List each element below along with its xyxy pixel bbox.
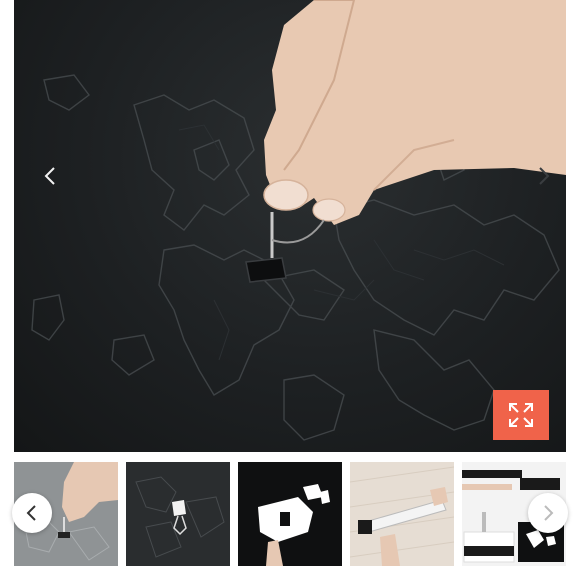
thumbnail-4[interactable]	[350, 462, 454, 566]
thumbnail-2[interactable]	[126, 462, 230, 566]
thumbnail-strip	[14, 462, 566, 566]
thumbnail-image	[350, 462, 454, 566]
product-image-gallery	[0, 0, 580, 580]
chevron-left-icon	[44, 167, 55, 185]
chevron-right-icon	[544, 505, 554, 521]
thumbnail-image	[126, 462, 230, 566]
main-product-image[interactable]	[14, 0, 566, 452]
main-prev-arrow[interactable]	[36, 162, 64, 190]
expand-arrows-icon	[509, 403, 533, 427]
thumbnail-3[interactable]	[238, 462, 342, 566]
expand-fullscreen-button[interactable]	[493, 390, 549, 440]
chevron-left-icon	[26, 505, 36, 521]
black-world-map-scene	[31, 0, 566, 441]
thumbnails-next-button[interactable]	[528, 493, 568, 533]
thumbnails-prev-button[interactable]	[12, 493, 52, 533]
main-next-arrow[interactable]	[530, 162, 558, 190]
thumbnail-image	[238, 462, 342, 566]
chevron-right-icon	[539, 167, 550, 185]
